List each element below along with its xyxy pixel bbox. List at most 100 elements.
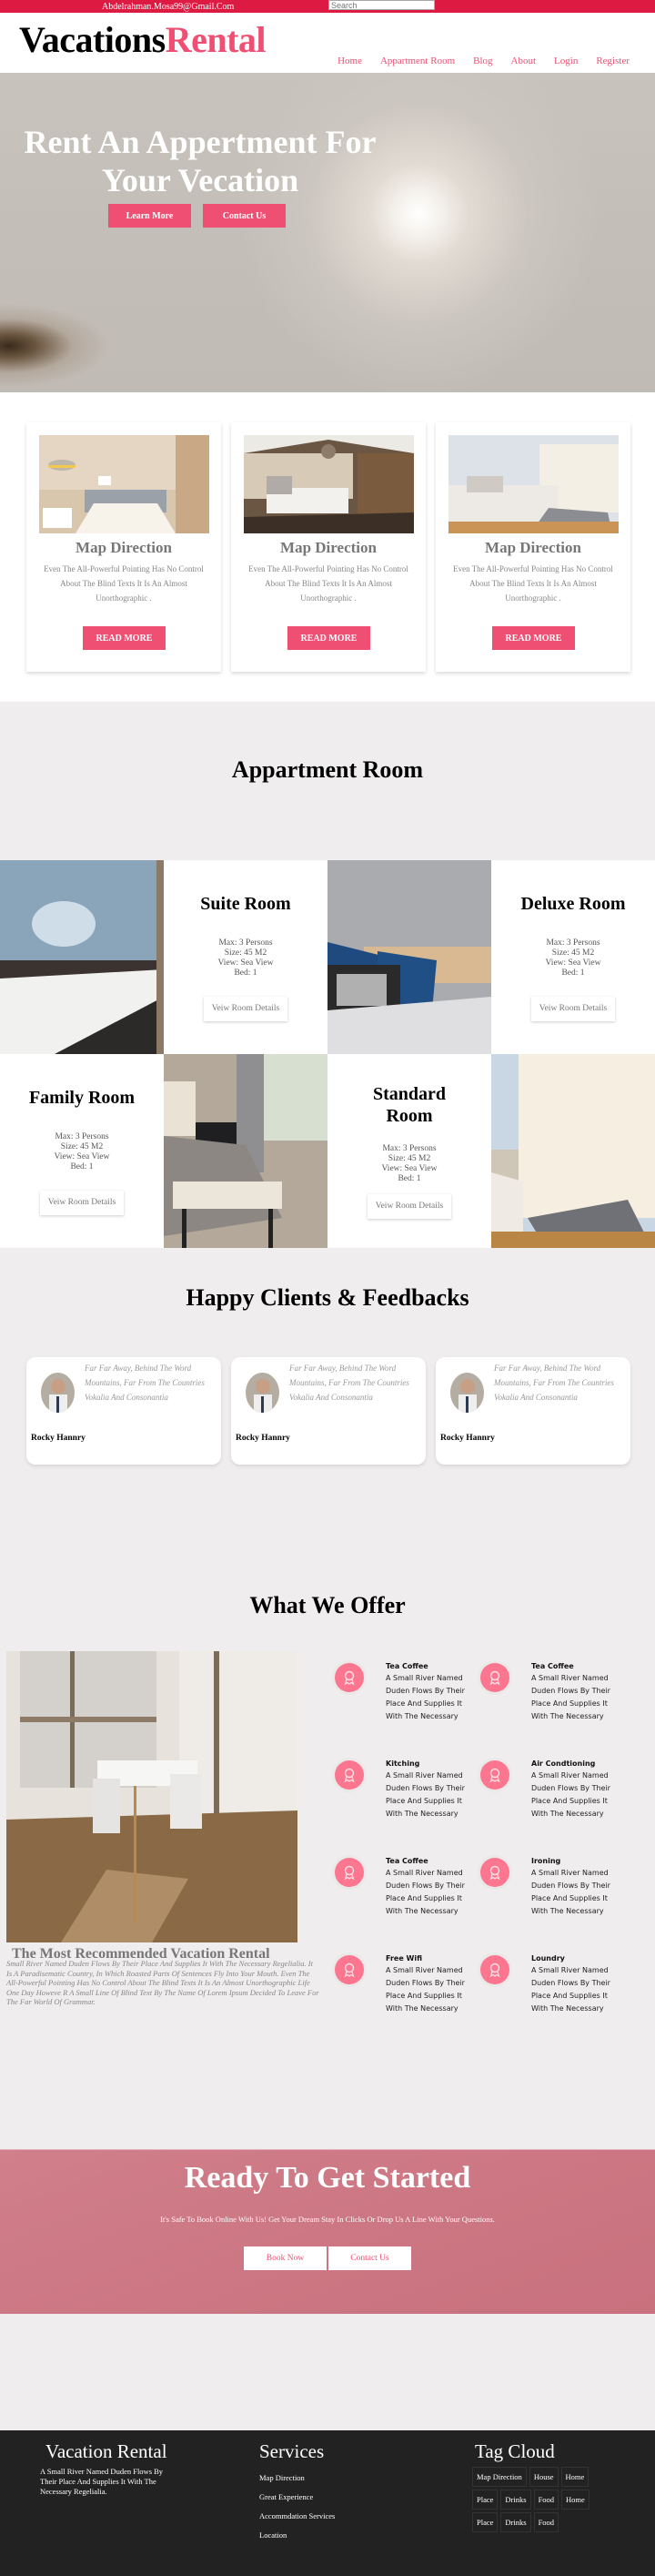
service-title: Map Direction (485, 539, 581, 556)
client-name: Rocky Hannry (31, 1434, 86, 1443)
hero-banner: Rent An Appertment For Your Vecation Lea… (0, 73, 655, 393)
room-max: Max: 3 Persons (55, 1132, 109, 1141)
hero-background-image (0, 73, 655, 393)
read-more-button[interactable]: READ MORE (492, 626, 575, 650)
clients-section: Happy Clients & Feedbacks Far Far Away, … (0, 1248, 655, 1585)
read-more-button[interactable]: READ MORE (83, 626, 166, 650)
offer-section-title: What We Offer (249, 1592, 406, 1618)
feature-item: Tea Coffee A Small River Named Duden Flo… (473, 1660, 619, 1733)
room-view: View: Sea View (381, 1164, 438, 1173)
room-image-suite (0, 860, 164, 1054)
award-icon (480, 1663, 509, 1692)
learn-more-button[interactable]: Learn More (108, 204, 191, 228)
client-cards: Far Far Away, Behind The Word Mountains,… (26, 1357, 655, 1465)
footer-link-accommodation-services[interactable]: Accommdation Services (259, 2511, 335, 2520)
cta-title: Ready To Get Started (184, 2161, 471, 2195)
service-title: Map Direction (280, 539, 377, 556)
tag[interactable]: Drinks (500, 2490, 531, 2510)
feature-text: A Small River Named Duden Flows By Their… (531, 1674, 610, 1720)
room-bed: Bed: 1 (234, 969, 257, 978)
room-specs: Max: 3 Persons Size: 45 M2 View: Sea Vie… (164, 938, 328, 979)
room-max: Max: 3 Persons (546, 938, 600, 948)
hero-section: Rent An Appertment For Your Vecation Lea… (0, 73, 655, 702)
tag[interactable]: Home (561, 2490, 590, 2510)
nav-home[interactable]: Home (338, 56, 362, 66)
tag[interactable]: House (529, 2467, 559, 2487)
room-card: Suite Room Max: 3 Persons Size: 45 M2 Vi… (164, 860, 328, 1054)
award-icon (480, 1955, 509, 1984)
tag[interactable]: Food (533, 2490, 559, 2510)
room-grid: Suite Room Max: 3 Persons Size: 45 M2 Vi… (0, 860, 655, 1248)
logo-part-rental: Rental (165, 19, 267, 60)
room-bed: Bed: 1 (70, 1162, 94, 1171)
feature-text: A Small River Named Duden Flows By Their… (531, 1869, 610, 1915)
room-photo-bedroom-lamp (39, 435, 209, 533)
view-room-details-button[interactable]: Veiw Room Details (368, 1194, 451, 1219)
avatar (246, 1373, 279, 1413)
contact-email[interactable]: Abdelrahman.Mosa99@Gmail.Com (102, 2, 234, 12)
nav-blog[interactable]: Blog (473, 56, 492, 66)
hero-buttons: Learn More Contact Us (108, 204, 286, 228)
room-size: Size: 45 M2 (551, 948, 595, 958)
tag[interactable]: Map Direction (472, 2467, 527, 2487)
tag[interactable]: Food (533, 2512, 559, 2532)
service-card: Map Direction Even The All-Powerful Poin… (231, 422, 426, 672)
contact-us-button[interactable]: Contact Us (203, 204, 286, 228)
clients-section-title: Happy Clients & Feedbacks (186, 1284, 469, 1311)
room-view: View: Sea View (545, 958, 601, 968)
feature-title: Tea Coffee (531, 1662, 574, 1670)
award-icon (335, 1663, 364, 1692)
search-input[interactable] (328, 0, 435, 10)
footer-link-great-experience[interactable]: Great Experience (259, 2492, 335, 2501)
footer-about-title: Vacation Rental (45, 2440, 167, 2462)
view-room-details-button[interactable]: Veiw Room Details (204, 997, 287, 1021)
footer-link-location[interactable]: Location (259, 2530, 335, 2540)
read-more-button[interactable]: READ MORE (287, 626, 370, 650)
footer-about-text: A Small River Named Duden Flows By Their… (40, 2467, 164, 2496)
room-max: Max: 3 Persons (382, 1144, 437, 1153)
room-name: Suite Room (200, 894, 291, 914)
footer-link-map-direction[interactable]: Map Direction (259, 2473, 335, 2482)
view-room-details-button[interactable]: Veiw Room Details (40, 1191, 124, 1215)
service-text: Even The All-Powerful Pointing Has No Co… (44, 564, 204, 603)
award-icon (335, 1955, 364, 1984)
room-bed: Bed: 1 (398, 1174, 421, 1183)
room-image-family (164, 1054, 328, 1248)
testimonial-card: Far Far Away, Behind The Word Mountains,… (26, 1357, 221, 1465)
nav-register[interactable]: Register (596, 56, 630, 66)
cta-section: Ready To Get Started It's Safe To Book O… (0, 2149, 655, 2314)
feature-item: Tea Coffee A Small River Named Duden Flo… (328, 1660, 473, 1733)
spacer (0, 2314, 655, 2430)
room-max: Max: 3 Persons (218, 938, 273, 948)
book-now-button[interactable]: Book Now (244, 2246, 327, 2270)
appartment-section-title: Appartment Room (231, 756, 424, 783)
cta-contact-us-button[interactable]: Contact Us (328, 2246, 411, 2270)
feature-item: Tea Coffee A Small River Named Duden Flo… (328, 1855, 473, 1928)
room-view: View: Sea View (217, 958, 274, 968)
nav-login[interactable]: Login (554, 56, 578, 66)
feature-text: A Small River Named Duden Flows By Their… (531, 1771, 610, 1818)
testimonial-quote: Far Far Away, Behind The Word Mountains,… (289, 1364, 409, 1402)
footer-tags-title: Tag Cloud (475, 2440, 555, 2462)
testimonial-card: Far Far Away, Behind The Word Mountains,… (231, 1357, 426, 1465)
cta-buttons: Book Now Contact Us (244, 2246, 411, 2270)
top-bar: Abdelrahman.Mosa99@Gmail.Com (0, 0, 655, 13)
tag[interactable]: Place (472, 2490, 499, 2510)
tag[interactable]: Drinks (500, 2512, 531, 2532)
feature-item: Loundry A Small River Named Duden Flows … (473, 1952, 619, 2025)
footer-services-title: Services (259, 2440, 325, 2462)
feature-title: Air Condtioning (531, 1760, 596, 1768)
nav-appartment-room[interactable]: Appartment Room (380, 56, 455, 66)
client-name: Rocky Hannry (440, 1434, 495, 1443)
nav-about[interactable]: About (511, 56, 537, 66)
tag[interactable]: Home (560, 2467, 590, 2487)
view-room-details-button[interactable]: Veiw Room Details (531, 997, 615, 1021)
feature-text: A Small River Named Duden Flows By Their… (531, 1966, 610, 2013)
site-footer: Vacation Rental A Small River Named Dude… (0, 2430, 655, 2576)
room-specs: Max: 3 Persons Size: 45 M2 View: Sea Vie… (328, 1144, 491, 1184)
room-view: View: Sea View (54, 1152, 110, 1161)
tag[interactable]: Place (472, 2512, 499, 2532)
feature-item: Ironing A Small River Named Duden Flows … (473, 1855, 619, 1928)
service-text: Even The All-Powerful Pointing Has No Co… (453, 564, 613, 603)
site-logo[interactable]: VacationsRental (19, 19, 267, 60)
